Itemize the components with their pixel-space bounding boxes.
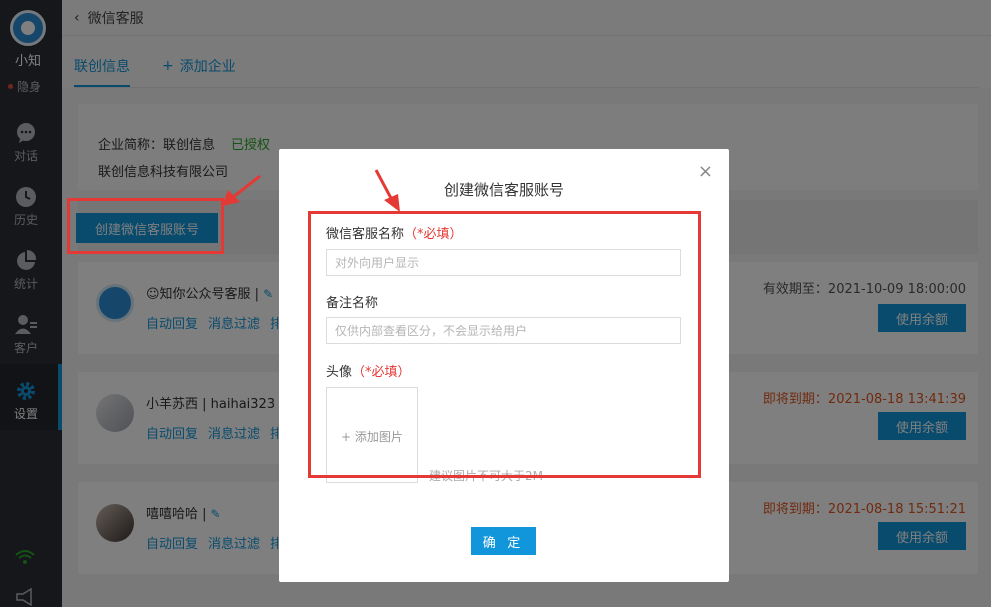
- create-account-dialog: 创建微信客服账号 × 微信客服名称（*必填） 备注名称 头像（*必填） + 添加…: [279, 149, 729, 582]
- annotation-arrow-icon: [374, 169, 400, 212]
- dialog-title: 创建微信客服账号: [443, 181, 564, 199]
- annotation-box: [67, 198, 224, 254]
- annotation-box: [308, 211, 701, 478]
- annotation-arrow-icon: [222, 174, 261, 206]
- confirm-button[interactable]: 确 定: [471, 527, 536, 555]
- close-icon[interactable]: ×: [698, 161, 713, 182]
